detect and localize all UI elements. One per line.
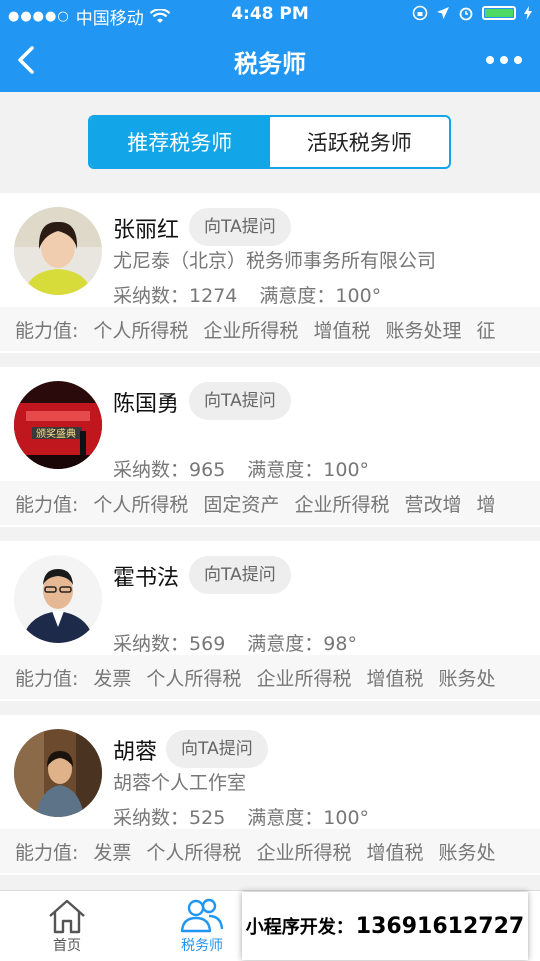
satisfaction-label: 满意度：	[259, 285, 336, 307]
advisor-name: 霍书法	[113, 566, 180, 591]
more-icon[interactable]	[486, 56, 522, 64]
ability-tag: 企业所得税	[256, 841, 352, 864]
adopt-label: 采纳数：	[113, 633, 190, 655]
ability-row: 能力值: 发票 个人所得税 企业所得税 增值税 账务处	[0, 829, 540, 873]
tab-advisors[interactable]: 税务师	[152, 897, 252, 955]
advisor-stats: 采纳数：525 满意度：100°	[113, 803, 369, 830]
promo-phone: 13691612727	[355, 913, 525, 939]
advisor-company: 胡蓉个人工作室	[113, 772, 247, 794]
ability-row: 能力值: 个人所得税 企业所得税 增值税 账务处理 征	[0, 307, 540, 351]
ability-tag: 个人所得税	[93, 493, 189, 516]
ability-tag: 企业所得税	[203, 319, 299, 342]
advisor-stats: 采纳数：965 满意度：100°	[113, 455, 369, 482]
ability-tag: 企业所得税	[294, 493, 390, 516]
adopt-label: 采纳数：	[113, 285, 190, 307]
advisor-card[interactable]: 颁奖盛典 陈国勇 向TA提问 采纳数：965 满意度：100° 能力值: 个人所…	[0, 367, 540, 527]
tab-home-label: 首页	[53, 938, 81, 954]
ask-button[interactable]: 向TA提问	[189, 208, 291, 246]
alarm-icon	[459, 7, 473, 21]
ability-row: 能力值: 个人所得税 固定资产 企业所得税 营改增 增	[0, 481, 540, 525]
advisor-card[interactable]: 胡蓉 向TA提问 胡蓉个人工作室 采纳数：525 满意度：100° 能力值: 发…	[0, 715, 540, 875]
satisfaction-label: 满意度：	[247, 459, 324, 481]
tab-active[interactable]: 活跃税务师	[270, 117, 450, 167]
ability-tag: 个人所得税	[146, 841, 242, 864]
advisor-name: 胡蓉	[113, 740, 158, 765]
ability-tag: 账务处	[438, 667, 496, 690]
tab-home[interactable]: 首页	[17, 897, 117, 955]
adopt-label: 采纳数：	[113, 459, 190, 481]
adopt-label: 采纳数：	[113, 807, 190, 829]
adopt-count: 965	[189, 459, 226, 481]
satisfaction-label: 满意度：	[247, 807, 324, 829]
ability-tag: 增值税	[313, 319, 371, 342]
ability-tag: 增值税	[366, 667, 424, 690]
ability-tag: 征	[476, 319, 496, 342]
users-icon	[180, 898, 224, 933]
adopt-count: 569	[189, 633, 226, 655]
ability-label: 能力值:	[15, 493, 79, 516]
satisfaction-value: 100°	[323, 807, 370, 829]
ability-tag: 增值税	[366, 841, 424, 864]
page-title: 税务师	[234, 50, 306, 78]
home-icon	[49, 899, 85, 934]
rotation-lock-icon	[412, 5, 428, 21]
ability-tag: 营改增	[404, 493, 462, 516]
adopt-count: 1274	[189, 285, 238, 307]
ability-tag: 企业所得税	[256, 667, 352, 690]
avatar: 颁奖盛典	[14, 381, 102, 469]
ability-label: 能力值:	[15, 319, 79, 342]
ability-tag: 账务处理	[385, 319, 462, 342]
tab-recommended[interactable]: 推荐税务师	[90, 117, 270, 167]
avatar	[14, 729, 102, 817]
avatar	[14, 207, 102, 295]
promo-label: 小程序开发：	[245, 917, 354, 938]
ability-label: 能力值:	[15, 667, 79, 690]
satisfaction-value: 100°	[323, 459, 370, 481]
advisor-stats: 采纳数：569 满意度：98°	[113, 629, 357, 656]
location-icon	[437, 7, 449, 19]
ability-tag: 发票	[93, 841, 132, 864]
satisfaction-value: 98°	[323, 633, 357, 655]
ability-tag: 个人所得税	[146, 667, 242, 690]
status-bar: ●●●●○ 中国移动 4:48 PM	[0, 0, 540, 30]
ask-button[interactable]: 向TA提问	[189, 556, 291, 594]
ability-tag: 个人所得税	[93, 319, 189, 342]
advisor-card[interactable]: 霍书法 向TA提问 采纳数：569 满意度：98° 能力值: 发票 个人所得税 …	[0, 541, 540, 701]
ask-button[interactable]: 向TA提问	[166, 730, 268, 768]
ability-tag: 发票	[93, 667, 132, 690]
ability-tag: 固定资产	[203, 493, 280, 516]
battery-icon	[482, 6, 516, 20]
advisor-stats: 采纳数：1274 满意度：100°	[113, 281, 381, 308]
advisor-company: 尤尼泰（北京）税务师事务所有限公司	[113, 250, 437, 272]
charging-icon	[524, 6, 532, 20]
promo-banner: 小程序开发： 13691612727	[242, 892, 528, 960]
svg-text:颁奖盛典: 颁奖盛典	[36, 427, 76, 440]
ability-tag: 增	[476, 493, 496, 516]
avatar	[14, 555, 102, 643]
satisfaction-label: 满意度：	[247, 633, 324, 655]
satisfaction-value: 100°	[335, 285, 382, 307]
tab-advisors-label: 税务师	[181, 938, 223, 954]
advisor-name: 张丽红	[113, 218, 180, 243]
ability-label: 能力值:	[15, 841, 79, 864]
nav-bar: 税务师	[0, 30, 540, 92]
ability-row: 能力值: 发票 个人所得税 企业所得税 增值税 账务处	[0, 655, 540, 699]
ability-tag: 账务处	[438, 841, 496, 864]
advisor-name: 陈国勇	[113, 392, 180, 417]
advisor-card[interactable]: 张丽红 向TA提问 尤尼泰（北京）税务师事务所有限公司 采纳数：1274 满意度…	[0, 193, 540, 353]
adopt-count: 525	[189, 807, 226, 829]
top-bar: ●●●●○ 中国移动 4:48 PM 税务师	[0, 0, 540, 92]
segment-control: 推荐税务师 活跃税务师	[88, 115, 451, 169]
ask-button[interactable]: 向TA提问	[189, 382, 291, 420]
